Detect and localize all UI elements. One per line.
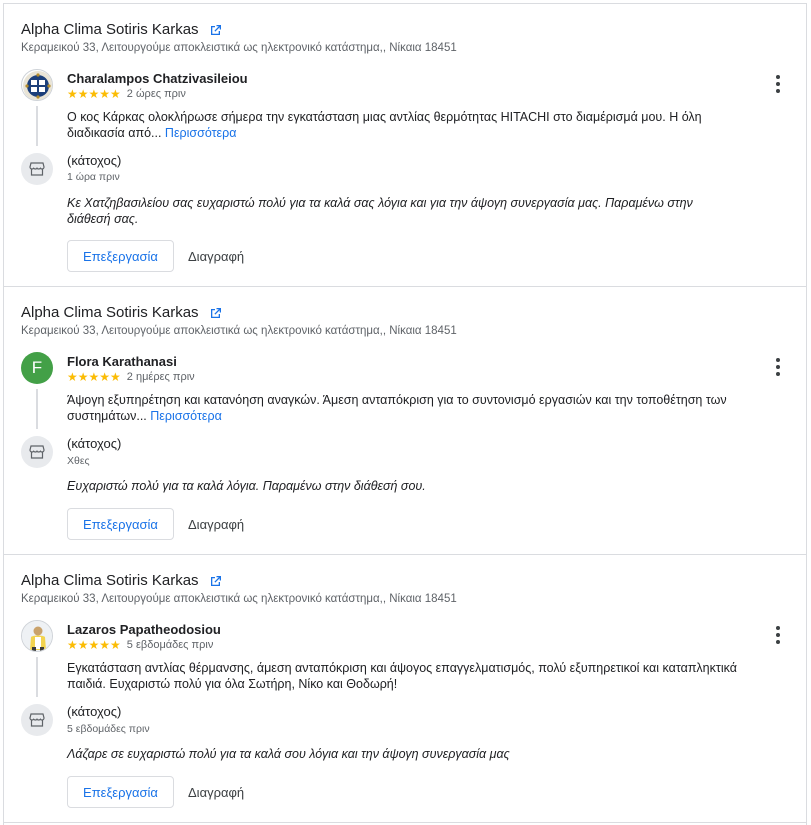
storefront-icon [29,713,45,727]
more-vert-icon[interactable] [774,626,782,644]
business-address: Κεραμεικού 33, Λειτουργούμε αποκλειστικά… [21,593,457,605]
business-title-row: Alpha Clima Sotiris Karkas [21,21,223,39]
star-rating: ★★★★★ [67,638,121,652]
star-rating: ★★★★★ [67,87,121,101]
crest-avatar [21,69,53,101]
edit-reply-button[interactable]: Επεξεργασία [67,240,174,272]
open-in-new-icon[interactable] [209,574,223,588]
business-address: Κεραμεικού 33, Λειτουργούμε αποκλειστικά… [21,42,457,54]
more-vert-icon[interactable] [774,75,782,93]
card-divider [4,822,806,823]
owner-avatar [21,153,53,185]
business-address: Κεραμεικού 33, Λειτουργούμε αποκλειστικά… [21,325,457,337]
edit-reply-button[interactable]: Επεξεργασία [67,508,174,540]
review-text: Ο κος Κάρκας ολοκλήρωσε σήμερα την εγκατ… [67,109,739,141]
open-in-new-icon[interactable] [209,306,223,320]
letter-avatar: F [21,352,53,384]
review-time: 2 ώρες πριν [126,88,186,100]
owner-avatar [21,704,53,736]
owner-label: (κάτοχος) [67,436,122,451]
owner-reply-text: Κε Χατζηβασιλείου σας ευχαριστώ πολύ για… [67,196,693,226]
business-name: Alpha Clima Sotiris Karkas [21,304,199,321]
thread-line [36,657,38,697]
owner-label: (κάτοχος) [67,704,122,719]
reviewer-name[interactable]: Charalampos Chatzivasileiou [67,71,248,87]
owner-reply-time: 5 εβδομάδες πριν [67,723,150,735]
review-time: 5 εβδομάδες πριν [126,639,214,651]
more-vert-icon[interactable] [774,358,782,376]
more-link[interactable]: Περισσότερα [150,409,222,423]
review-time: 2 ημέρες πριν [126,371,195,383]
delete-reply-button[interactable]: Διαγραφή [188,508,244,540]
review-meta: ★★★★★ 5 εβδομάδες πριν [67,639,213,652]
photo-avatar [21,620,53,652]
review-meta: ★★★★★ 2 ώρες πριν [67,88,186,101]
storefront-icon [29,445,45,459]
storefront-icon [29,162,45,176]
star-rating: ★★★★★ [67,370,121,384]
review-text: Άψογη εξυπηρέτηση και κατανόηση αναγκών.… [67,392,739,424]
business-name: Alpha Clima Sotiris Karkas [21,21,199,38]
business-title-row: Alpha Clima Sotiris Karkas [21,572,223,590]
reviewer-name[interactable]: Lazaros Papatheodosiou [67,622,221,638]
review-body: Εγκατάσταση αντλίας θέρμανσης, άμεση αντ… [67,661,737,691]
open-in-new-icon[interactable] [209,23,223,37]
owner-reply-text: Λάζαρε σε ευχαριστώ πολύ για τα καλά σου… [67,747,510,761]
review-body: Ο κος Κάρκας ολοκλήρωσε σήμερα την εγκατ… [67,110,702,140]
reviewer-name[interactable]: Flora Karathanasi [67,354,177,370]
delete-reply-button[interactable]: Διαγραφή [188,776,244,808]
business-name: Alpha Clima Sotiris Karkas [21,572,199,589]
review-text: Εγκατάσταση αντλίας θέρμανσης, άμεση αντ… [67,660,739,692]
edit-reply-button[interactable]: Επεξεργασία [67,776,174,808]
card-divider [4,286,806,287]
owner-reply-time: 1 ώρα πριν [67,171,120,183]
card-divider [4,554,806,555]
more-link[interactable]: Περισσότερα [165,126,237,140]
delete-reply-button[interactable]: Διαγραφή [188,240,244,272]
thread-line [36,389,38,429]
owner-reply-time: Χθες [67,455,90,467]
review-meta: ★★★★★ 2 ημέρες πριν [67,371,195,384]
business-title-row: Alpha Clima Sotiris Karkas [21,304,223,322]
thread-line [36,106,38,146]
owner-avatar [21,436,53,468]
owner-label: (κάτοχος) [67,153,122,168]
owner-reply-text: Ευχαριστώ πολύ για τα καλά λόγια. Παραμέ… [67,479,426,493]
